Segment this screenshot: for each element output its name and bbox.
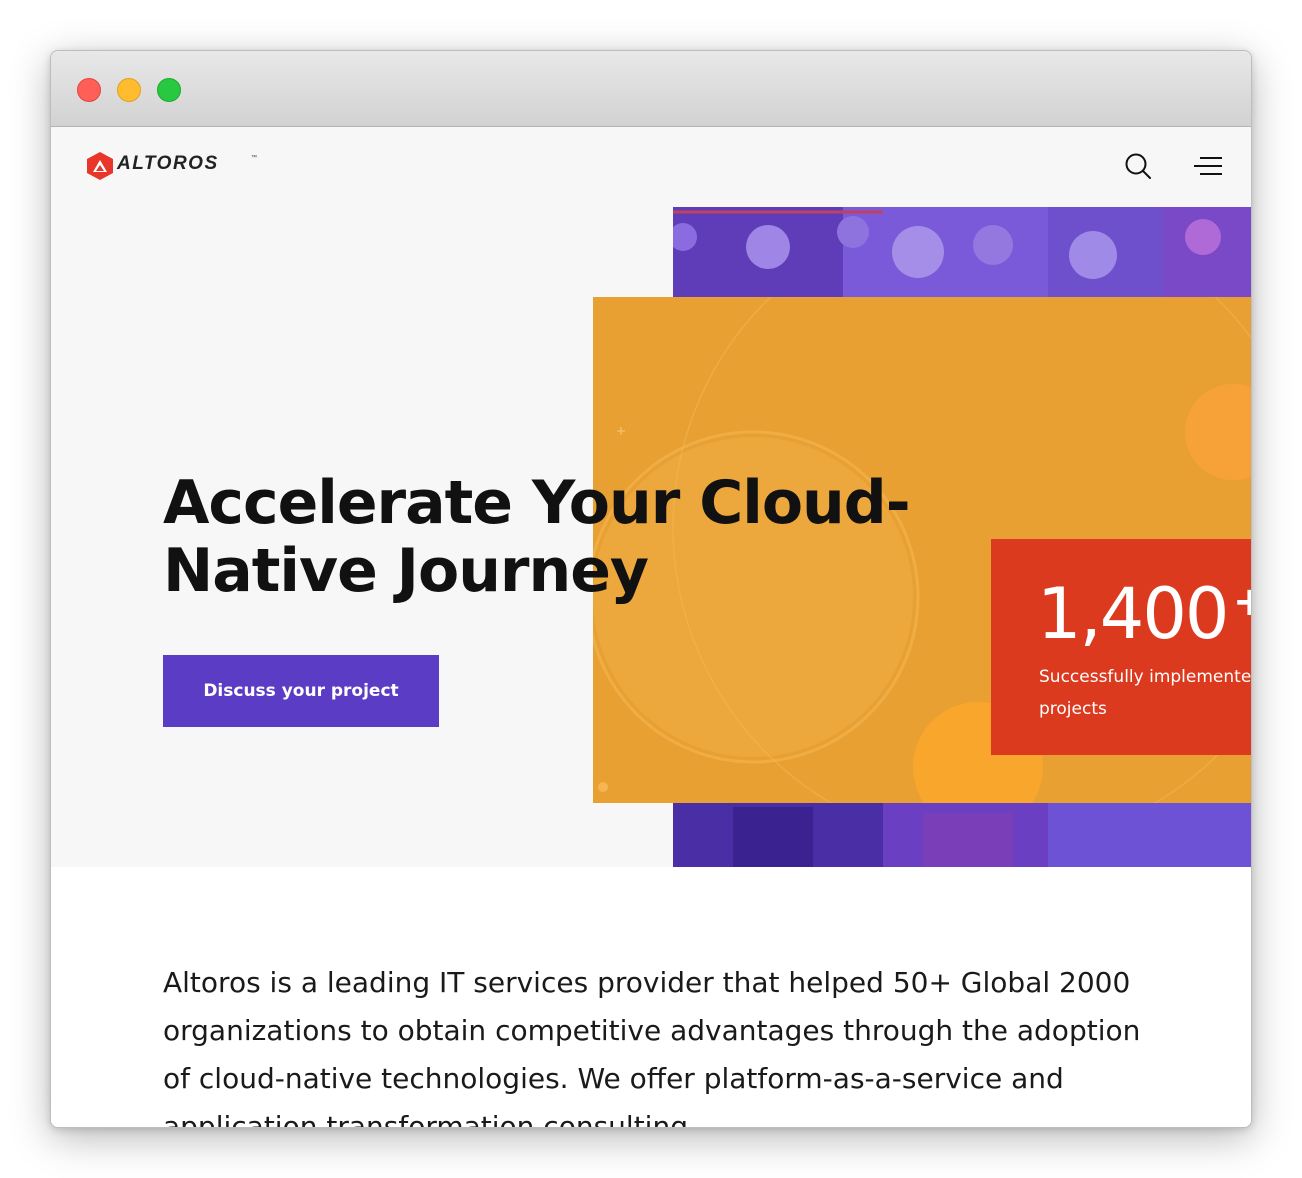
minimize-window-button[interactable] bbox=[117, 78, 141, 102]
hero-headline: Accelerate Your Cloud-Native Journey bbox=[163, 468, 911, 606]
stat-plus-sign: + bbox=[1233, 579, 1251, 625]
discuss-project-button[interactable]: Discuss your project bbox=[163, 655, 439, 727]
stat-label: Successfully implemented projects bbox=[1039, 661, 1251, 725]
search-button[interactable] bbox=[1123, 151, 1155, 183]
logo-trademark: ™ bbox=[251, 155, 257, 161]
hamburger-menu-icon bbox=[1194, 157, 1222, 175]
logo-wordmark: ALTOROS bbox=[117, 153, 219, 174]
zoom-window-button[interactable] bbox=[157, 78, 181, 102]
altoros-logo-icon bbox=[87, 152, 113, 180]
stat-label-line2: projects bbox=[1039, 699, 1107, 719]
search-icon bbox=[1125, 153, 1151, 179]
page-viewport: ALTOROS ™ 1,400 Successfully implemented… bbox=[51, 127, 1251, 1127]
close-window-button[interactable] bbox=[77, 78, 101, 102]
altoros-logo[interactable]: ALTOROS ™ bbox=[86, 151, 261, 181]
stat-label-line1: Successfully implemented bbox=[1039, 667, 1251, 687]
menu-button[interactable] bbox=[1191, 151, 1225, 183]
intro-paragraph: Altoros is a leading IT services provide… bbox=[163, 966, 1141, 1127]
browser-window: ALTOROS ™ 1,400 Successfully implemented… bbox=[50, 50, 1252, 1128]
stat-number: 1,400 bbox=[1037, 573, 1229, 655]
window-titlebar bbox=[51, 51, 1251, 127]
projects-stat-card: 1,400 + Successfully implemented project… bbox=[991, 539, 1251, 755]
hero-section: ALTOROS ™ 1,400 Successfully implemented… bbox=[51, 127, 1251, 867]
